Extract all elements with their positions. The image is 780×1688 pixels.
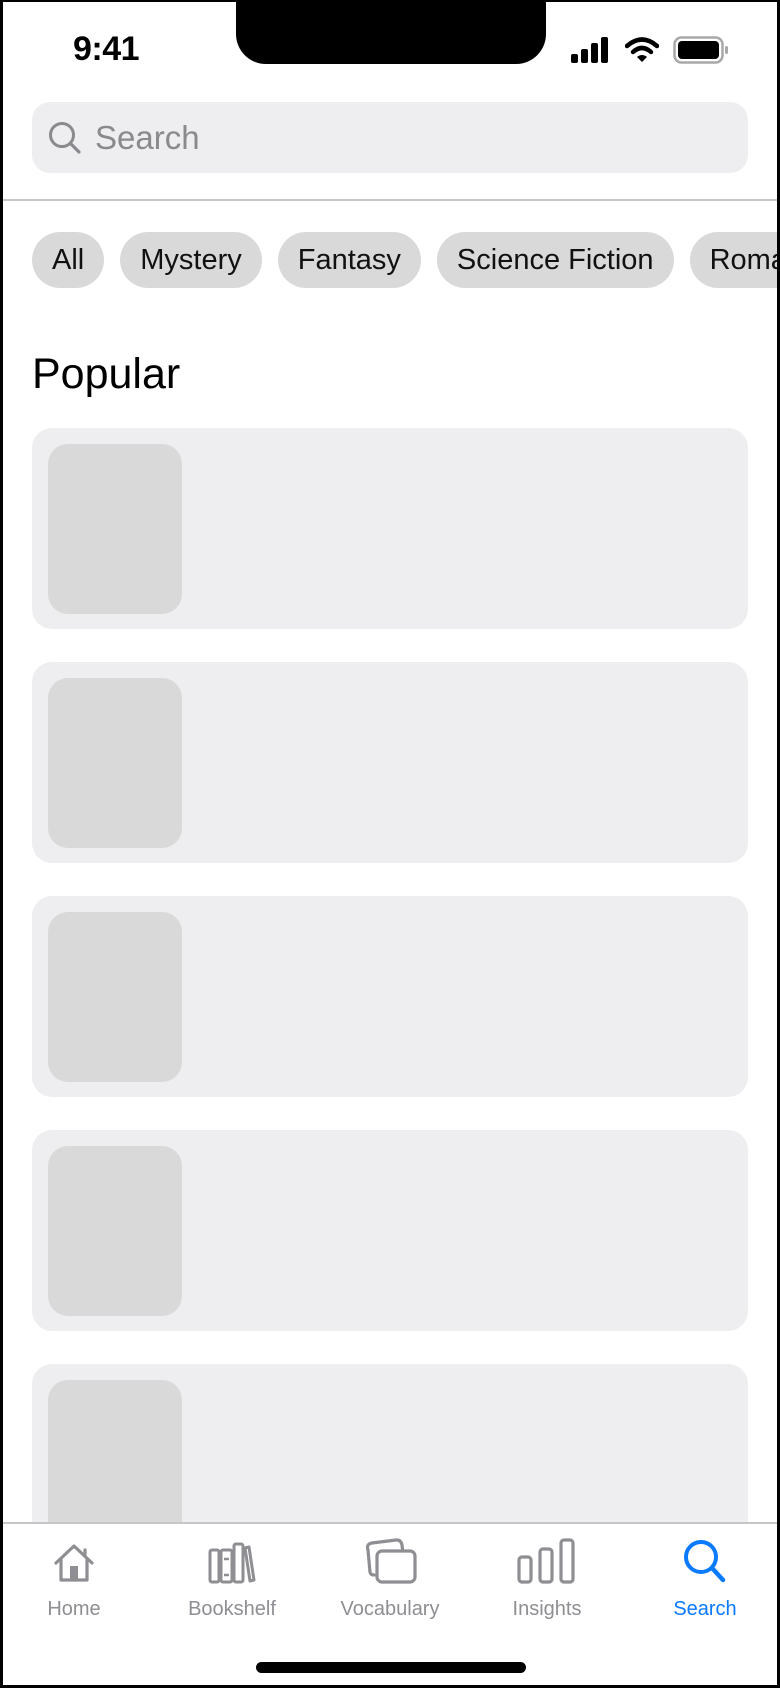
- book-cover-placeholder: [48, 678, 182, 848]
- house-icon: [54, 1544, 94, 1582]
- book-card-placeholder[interactable]: [32, 896, 748, 1097]
- device-notch: [236, 2, 546, 64]
- tab-label: Search: [673, 1598, 737, 1620]
- tab-bar: Home Bookshelf Vocabulary Insights Searc…: [3, 1522, 777, 1685]
- cellular-signal-icon: [571, 37, 608, 63]
- header-divider: [3, 199, 777, 201]
- chip-all[interactable]: All: [32, 232, 105, 288]
- tab-label: Insights: [512, 1598, 582, 1620]
- book-cover-placeholder: [48, 1146, 182, 1316]
- wifi-icon: [625, 37, 659, 62]
- status-time: 9:41: [73, 30, 140, 68]
- book-card-placeholder[interactable]: [32, 662, 748, 863]
- battery-icon: [673, 36, 728, 64]
- search-icon: [684, 1540, 726, 1583]
- genre-filter-chips: All Mystery Fantasy Science Fiction Roma…: [32, 232, 777, 288]
- tab-label: Bookshelf: [188, 1598, 276, 1620]
- section-title-popular: Popular: [32, 350, 181, 398]
- book-card-placeholder[interactable]: [32, 1130, 748, 1331]
- search-input[interactable]: [93, 117, 697, 158]
- book-cover-placeholder: [48, 444, 182, 614]
- chip-mystery[interactable]: Mystery: [120, 232, 262, 288]
- tab-search[interactable]: Search: [630, 1534, 777, 1621]
- tab-bookshelf[interactable]: Bookshelf: [157, 1534, 307, 1621]
- chip-romance[interactable]: Romance: [689, 232, 777, 288]
- tab-label: Vocabulary: [340, 1598, 440, 1620]
- book-card-placeholder[interactable]: [32, 428, 748, 629]
- bar-chart-icon: [517, 1538, 575, 1584]
- tab-vocabulary[interactable]: Vocabulary: [315, 1534, 465, 1621]
- books-icon: [208, 1542, 256, 1584]
- search-bar[interactable]: [32, 102, 748, 173]
- tab-insights[interactable]: Insights: [472, 1534, 622, 1621]
- cards-icon: [365, 1538, 417, 1584]
- chip-science-fiction[interactable]: Science Fiction: [436, 232, 674, 288]
- status-icons: [571, 35, 729, 65]
- book-cover-placeholder: [48, 912, 182, 1082]
- home-indicator[interactable]: [256, 1662, 526, 1673]
- tab-home[interactable]: Home: [3, 1534, 149, 1621]
- search-screen: 9:41 All Mystery Fantasy Science F: [3, 2, 777, 1685]
- chip-fantasy[interactable]: Fantasy: [277, 232, 421, 288]
- tab-label: Home: [47, 1598, 101, 1620]
- search-icon: [49, 121, 81, 154]
